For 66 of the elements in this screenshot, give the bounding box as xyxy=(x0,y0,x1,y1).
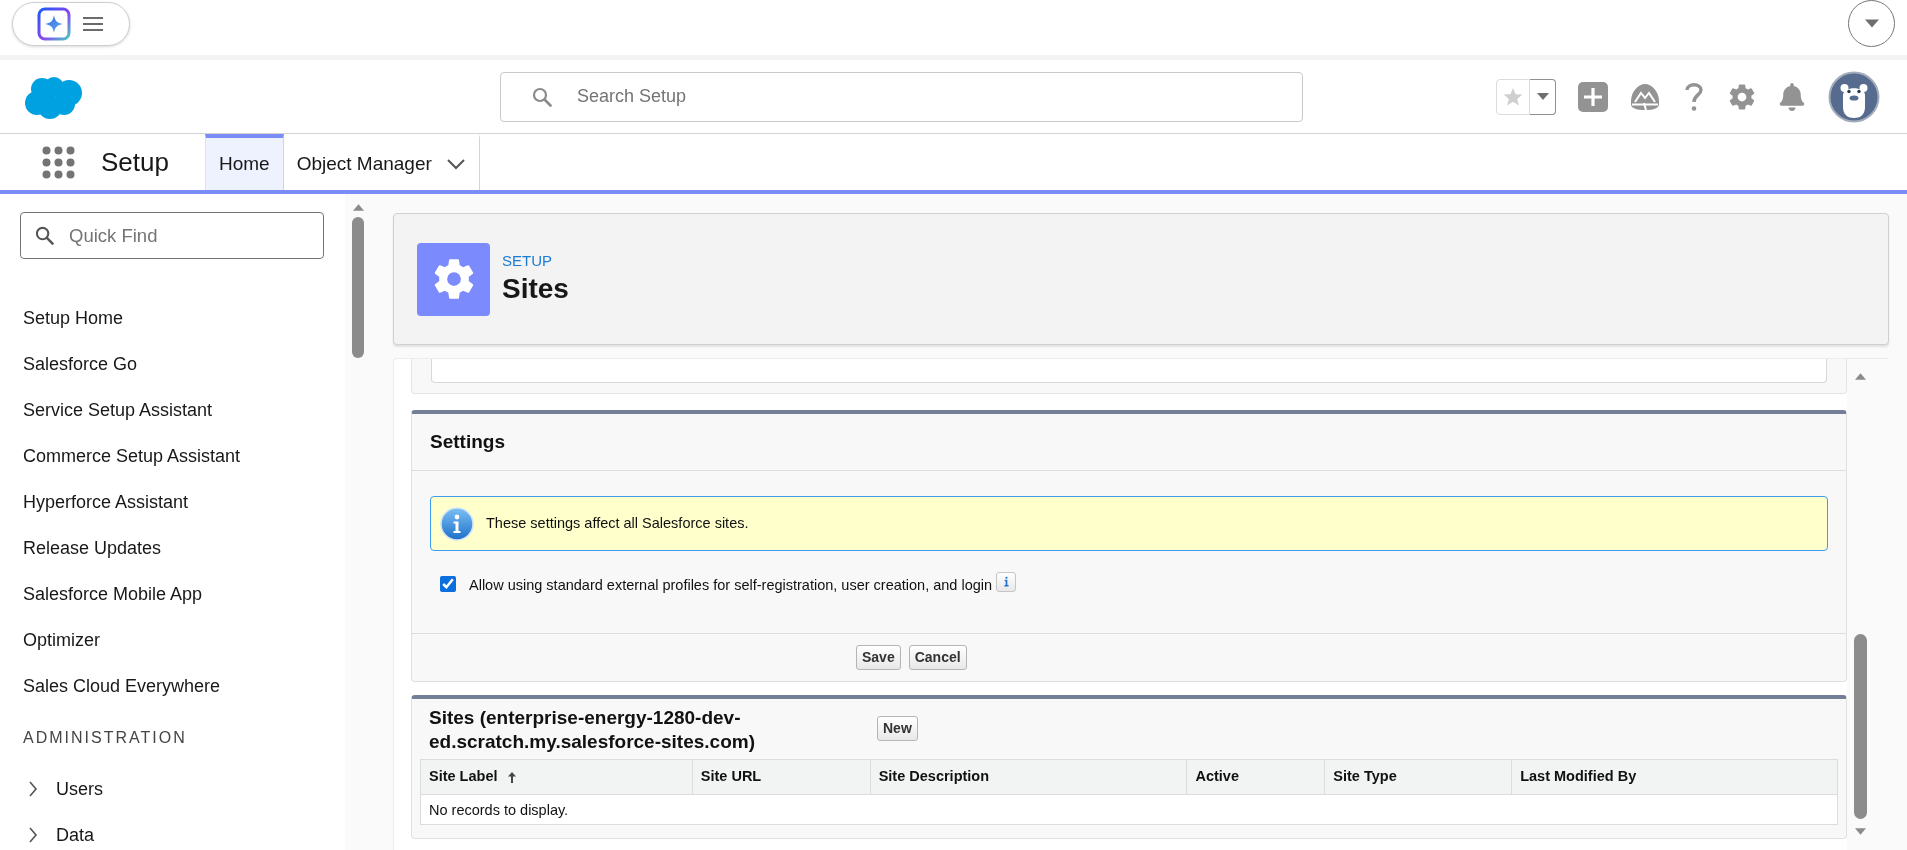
scroll-down-arrow-icon[interactable] xyxy=(1854,828,1866,835)
panel-title: Settings xyxy=(430,429,505,454)
column-header[interactable]: Last Modified By xyxy=(1511,759,1838,795)
empty-message: No records to display. xyxy=(429,801,569,818)
setup-button[interactable] xyxy=(1728,82,1756,111)
star-icon xyxy=(1503,86,1523,107)
quick-find-field[interactable]: Quick Find xyxy=(20,212,324,259)
action-button[interactable]: Cancel xyxy=(908,645,967,670)
menu-icon xyxy=(83,16,103,32)
nav-tab[interactable]: Home xyxy=(204,134,284,190)
question-mark-icon xyxy=(1684,81,1704,112)
gear-icon xyxy=(417,242,490,316)
checkbox[interactable] xyxy=(440,576,456,592)
gear-icon xyxy=(1728,82,1756,111)
scroll-up-arrow-icon[interactable] xyxy=(1854,373,1866,380)
plus-icon xyxy=(1578,81,1608,112)
column-header[interactable]: Site Type xyxy=(1324,759,1512,795)
app-name: Setup xyxy=(101,145,169,179)
sidebar-item[interactable]: Salesforce Mobile App xyxy=(23,580,203,608)
dots-grid-icon xyxy=(42,145,75,179)
section-heading: ADMINISTRATION xyxy=(23,728,187,748)
sidebar-item[interactable]: Optimizer xyxy=(23,626,100,654)
action-button[interactable]: New xyxy=(877,716,918,741)
sidebar-item[interactable]: Data xyxy=(56,824,95,846)
info-icon xyxy=(1003,576,1009,587)
scrollbar-thumb[interactable] xyxy=(1853,634,1867,819)
sidebar-item[interactable]: Salesforce Go xyxy=(23,350,138,378)
scrollbar-thumb[interactable] xyxy=(352,217,364,358)
app-launcher-button[interactable] xyxy=(42,145,75,179)
column-header[interactable]: Site Description xyxy=(870,759,1187,795)
column-header[interactable]: Site Label xyxy=(420,759,693,795)
favorites-list-button[interactable] xyxy=(1530,78,1556,115)
page-title: Sites xyxy=(502,272,569,306)
chevron-down-icon xyxy=(445,158,466,170)
sidebar-item[interactable]: Commerce Setup Assistant xyxy=(23,442,241,470)
sparkle-icon xyxy=(37,7,71,41)
add-button[interactable] xyxy=(1578,81,1608,112)
info-button[interactable] xyxy=(996,571,1017,592)
action-button[interactable]: Save xyxy=(856,645,901,670)
help-button[interactable] xyxy=(1682,81,1706,112)
sidebar-item[interactable]: Sales Cloud Everywhere xyxy=(23,672,221,700)
column-header[interactable]: Site URL xyxy=(692,759,871,795)
sidebar-item[interactable]: Release Updates xyxy=(23,534,162,562)
sidebar-item[interactable]: Hyperforce Assistant xyxy=(23,488,189,516)
sidebar-item[interactable]: Users xyxy=(56,778,103,800)
panel-title: Sites (enterprise-energy-1280-dev-ed.scratch.my.salesforce-sites.com) xyxy=(429,706,756,754)
info-text: These settings affect all Salesforce sites. xyxy=(486,513,749,533)
notifications-button[interactable] xyxy=(1778,82,1806,111)
breadcrumb-label: SETUP xyxy=(502,251,553,271)
sidebar-item[interactable]: Setup Home xyxy=(23,304,124,332)
assistant-menu-button[interactable] xyxy=(12,2,130,46)
mountain-icon xyxy=(1630,82,1660,111)
caret-down-icon xyxy=(1864,19,1879,28)
info-icon xyxy=(440,506,474,541)
avatar-icon[interactable] xyxy=(1828,70,1880,123)
dropdown-button[interactable] xyxy=(1848,0,1895,47)
search-icon xyxy=(35,226,54,245)
checkbox-label: Allow using standard external profiles for self-registration, user creation, and login xyxy=(469,576,993,596)
guidance-button[interactable] xyxy=(1630,81,1660,112)
column-header[interactable]: Active xyxy=(1186,759,1325,795)
sidebar-item[interactable]: Service Setup Assistant xyxy=(23,396,213,424)
search-icon xyxy=(532,86,552,107)
search-field[interactable]: Search Setup xyxy=(500,71,1303,122)
caret-down-icon xyxy=(1536,93,1549,100)
scroll-up-arrow-icon[interactable] xyxy=(352,204,364,211)
bell-icon xyxy=(1779,82,1805,111)
